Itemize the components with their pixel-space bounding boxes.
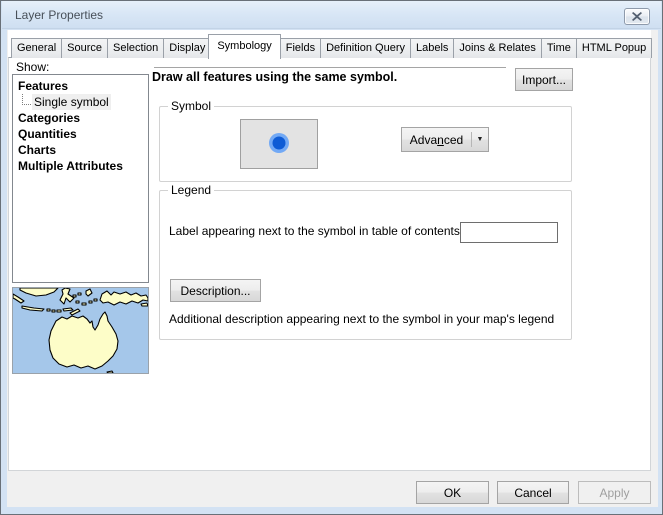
tab-symbology[interactable]: Symbology [208,34,280,59]
tab-html-popup[interactable]: HTML Popup [576,38,652,58]
import-button[interactable]: Import... [515,68,573,91]
apply-button: Apply [578,481,651,504]
close-button[interactable] [624,8,650,25]
tab-definition-query[interactable]: Definition Query [320,38,411,58]
map-new-britain [141,303,148,306]
map-tasmania [107,371,113,373]
tab-selection[interactable]: Selection [107,38,164,58]
tree-connector-icon [22,94,31,105]
symbol-preview-button[interactable] [240,119,318,169]
description-button[interactable]: Description... [170,279,261,302]
advanced-dropdown-button[interactable]: Advanced ▼ [401,127,489,152]
tree-item-features[interactable]: Features [13,78,148,94]
tree-item-categories[interactable]: Categories [13,110,148,126]
symbology-tab-page: Show: Features Single symbol Categories … [8,57,651,471]
titlebar[interactable]: Layer Properties [2,1,661,29]
header-divider [154,67,506,68]
legend-label-text: Label appearing next to the symbol in ta… [169,224,463,238]
additional-description-text: Additional description appearing next to… [169,312,554,326]
map-preview [12,287,149,374]
map-flores [63,308,73,311]
tab-strip: General Source Selection Display Symbolo… [8,30,651,58]
layer-properties-dialog: Layer Properties General Source Selectio… [0,0,663,515]
tab-fields[interactable]: Fields [280,38,321,58]
map-australia [49,312,118,369]
page-heading: Draw all features using the same symbol. [152,70,397,84]
show-tree-listbox[interactable]: Features Single symbol Categories Quanti… [12,74,149,283]
tab-display[interactable]: Display [163,38,211,58]
symbol-groupbox: Symbol Advanced ▼ [159,106,572,182]
tree-item-single-symbol[interactable]: Single symbol [13,94,148,110]
ok-button[interactable]: OK [416,481,489,504]
tree-item-multiple-attributes[interactable]: Multiple Attributes [13,158,148,174]
tab-joins-relates[interactable]: Joins & Relates [453,38,541,58]
legend-label-input[interactable] [460,222,558,243]
tree-item-quantities[interactable]: Quantities [13,126,148,142]
chevron-down-icon: ▼ [472,136,488,143]
close-icon [632,10,642,24]
show-label: Show: [16,60,49,74]
legend-groupbox: Legend Label appearing next to the symbo… [159,190,572,340]
symbol-group-title: Symbol [168,99,214,113]
advanced-button-label: Advanced [402,133,471,147]
window-title: Layer Properties [15,8,103,22]
legend-group-title: Legend [168,183,214,197]
tab-general[interactable]: General [11,38,62,58]
tree-item-charts[interactable]: Charts [13,142,148,158]
tab-labels[interactable]: Labels [410,38,454,58]
point-symbol-icon [268,132,290,157]
tab-time[interactable]: Time [541,38,577,58]
cancel-button[interactable]: Cancel [497,481,569,504]
tab-source[interactable]: Source [61,38,108,58]
